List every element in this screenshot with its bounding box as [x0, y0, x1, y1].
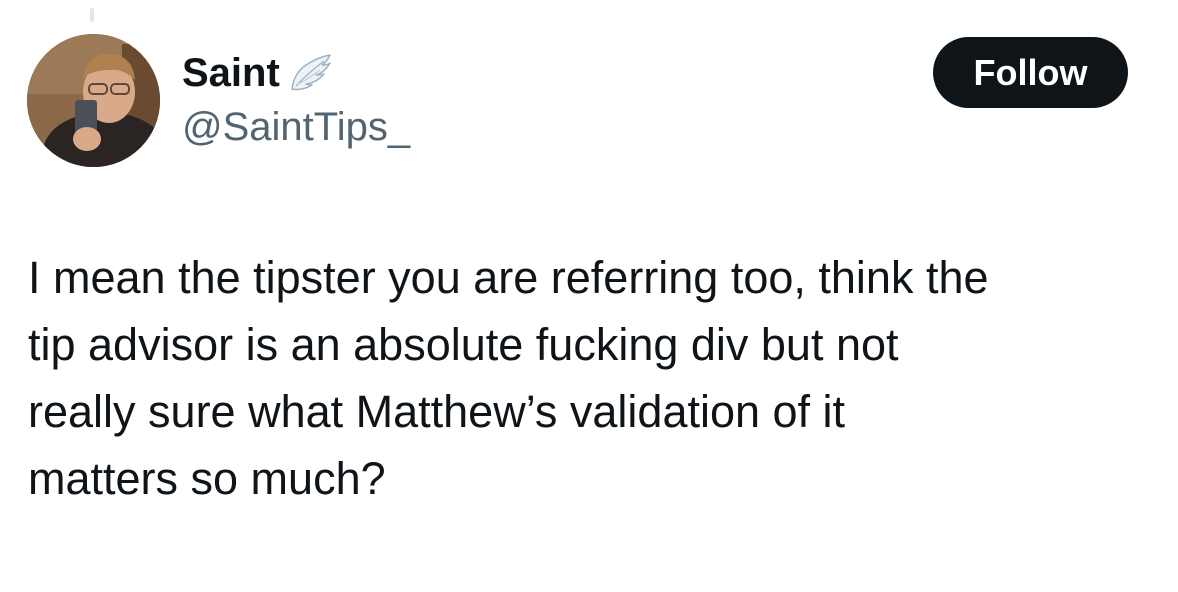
top-divider-mark [90, 8, 94, 22]
avatar[interactable] [27, 34, 160, 167]
tweet-text: I mean the tipster you are referring too… [28, 244, 1148, 512]
tweet-line: tip advisor is an absolute fucking div b… [28, 319, 899, 370]
name-row: Saint [182, 48, 410, 98]
avatar-photo [27, 34, 160, 167]
angel-wing-icon [288, 53, 332, 93]
follow-button[interactable]: Follow [933, 37, 1128, 108]
user-handle[interactable]: @SaintTips_ [182, 102, 410, 152]
tweet-line: matters so much? [28, 453, 386, 504]
tweet-line: really sure what Matthew’s validation of… [28, 386, 846, 437]
author-identity: Saint @SaintTips_ [182, 48, 410, 152]
tweet-line: I mean the tipster you are referring too… [28, 252, 989, 303]
display-name[interactable]: Saint [182, 48, 280, 98]
